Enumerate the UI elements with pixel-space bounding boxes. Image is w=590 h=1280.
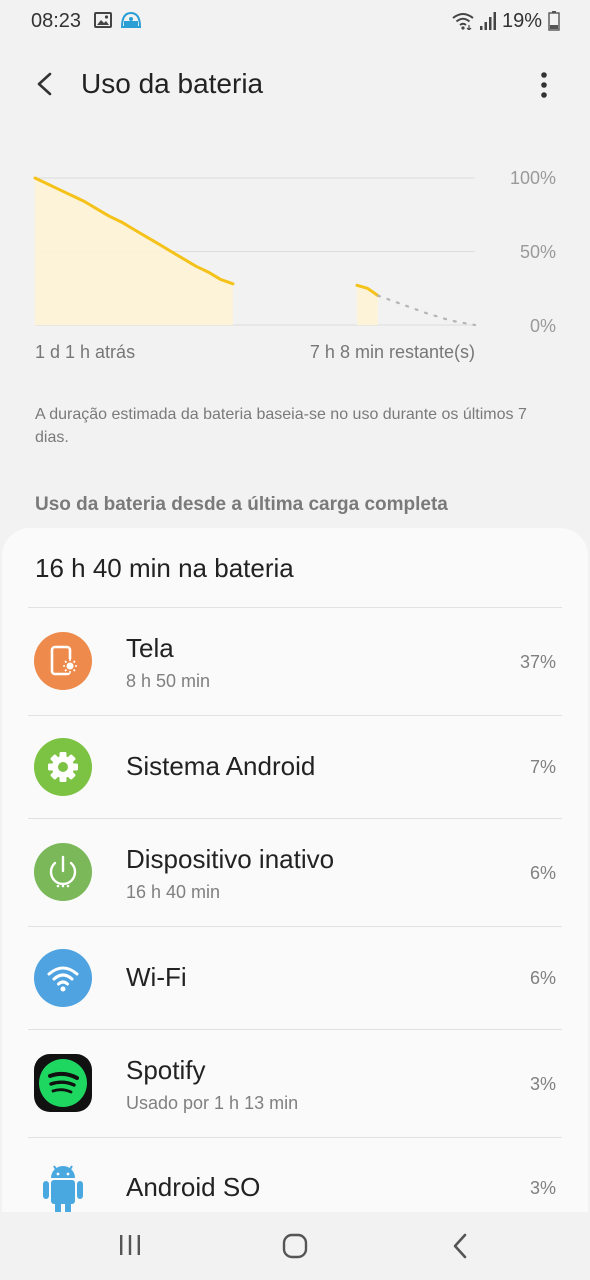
app-bar: Uso da bateria	[0, 52, 590, 116]
y-tick-100: 100%	[509, 168, 556, 188]
item-percent: 6%	[529, 863, 556, 883]
back-arrow-icon[interactable]	[30, 68, 60, 100]
y-tick-50: 50%	[519, 242, 556, 262]
status-time: 08:23	[31, 10, 82, 32]
item-name: Spotify	[126, 1055, 206, 1085]
x-end-label: 7 h 8 min restante(s)	[309, 342, 475, 362]
spotify-icon	[34, 1054, 92, 1112]
estimate-note: A duração estimada da bateria baseia-se …	[35, 406, 527, 446]
item-percent: 7%	[529, 757, 556, 777]
item-name: Android SO	[126, 1172, 261, 1202]
page-title: Uso da bateria	[81, 68, 264, 99]
navigation-bar	[0, 1212, 590, 1280]
section-title: Uso da bateria desde a última carga comp…	[35, 494, 448, 515]
battery-percent: 19%	[501, 9, 542, 32]
item-sub: 8 h 50 min	[126, 671, 211, 691]
item-name: Wi-Fi	[126, 962, 187, 992]
list-item-wifi[interactable]: Wi-Fi 6%	[2, 927, 588, 1029]
item-name: Tela	[126, 633, 174, 663]
history-area-1	[357, 285, 378, 325]
list-item-tela[interactable]: Tela 8 h 50 min 37%	[2, 608, 588, 715]
home-icon[interactable]	[281, 1232, 309, 1260]
x-start-label: 1 d 1 h atrás	[35, 342, 136, 362]
item-percent: 3%	[529, 1074, 556, 1094]
item-sub: Usado por 1 h 13 min	[126, 1093, 299, 1113]
item-percent: 3%	[529, 1178, 556, 1198]
list-item-dispositivo-inativo[interactable]: Dispositivo inativo 16 h 40 min 6%	[2, 819, 588, 926]
recents-icon[interactable]	[116, 1232, 144, 1258]
status-bar: 08:23 19%	[0, 0, 590, 44]
item-percent: 37%	[519, 652, 556, 672]
image-icon	[94, 12, 112, 28]
status-right: 19%	[452, 9, 560, 33]
app-notification-icon	[120, 11, 142, 28]
battery-icon	[548, 11, 560, 31]
item-sub: 16 h 40 min	[126, 882, 221, 902]
back-icon[interactable]	[449, 1232, 471, 1260]
signal-icon	[479, 12, 496, 30]
y-tick-0: 0%	[529, 316, 556, 336]
wifi-icon	[34, 949, 92, 1007]
total-usage: 16 h 40 min na bateria	[35, 553, 294, 583]
list-item-android-so[interactable]: Android SO 3%	[2, 1138, 588, 1218]
item-name: Dispositivo inativo	[126, 844, 335, 874]
screen-brightness-icon	[34, 632, 92, 690]
usage-card: 16 h 40 min na bateria Tela 8 h 50 min 3…	[2, 528, 588, 1218]
gear-icon	[34, 738, 92, 796]
battery-chart: 100% 50% 0% 1 d 1 h atrás 7 h 8 min rest…	[0, 150, 590, 380]
wifi-icon	[452, 13, 474, 30]
projection-line	[376, 294, 477, 327]
list-item-sistema-android[interactable]: Sistema Android 7%	[2, 716, 588, 818]
item-percent: 6%	[529, 968, 556, 988]
list-item-spotify[interactable]: Spotify Usado por 1 h 13 min 3%	[2, 1030, 588, 1137]
item-name: Sistema Android	[126, 751, 316, 781]
power-icon	[34, 843, 92, 901]
android-icon	[34, 1158, 92, 1216]
more-options-icon[interactable]	[530, 70, 558, 100]
